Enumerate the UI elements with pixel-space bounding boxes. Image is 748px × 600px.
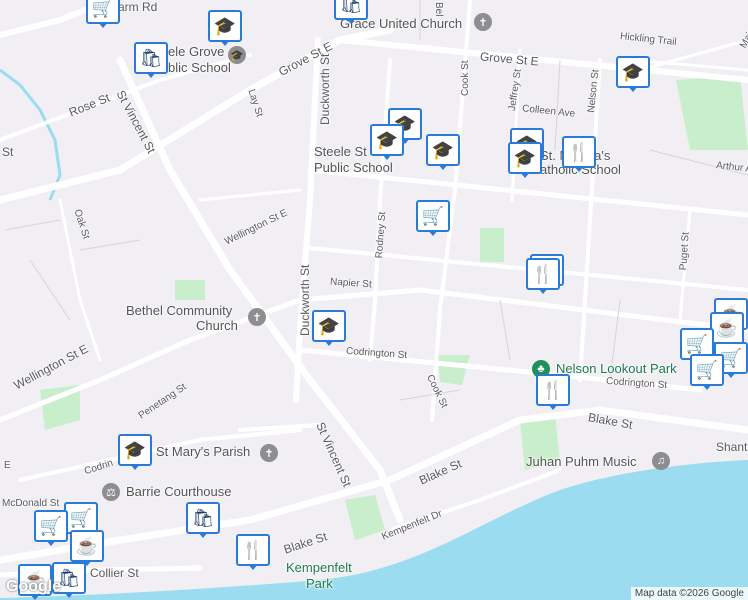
cart-icon: 🛒	[86, 0, 120, 24]
coffee-cup-icon: ☕	[70, 530, 104, 562]
label-bel: Bel	[433, 2, 444, 17]
school-marker[interactable]: 🎓	[118, 434, 152, 470]
label-st-marys-parish: St Mary's Parish	[156, 444, 251, 459]
grocery-marker[interactable]: 🛒	[690, 354, 724, 390]
label-farm-rd: arm Rd	[118, 0, 158, 14]
label-bethel-church-b: Church	[196, 318, 238, 333]
school-marker[interactable]: 🎓	[508, 142, 542, 178]
grocery-marker[interactable]: 🛒	[416, 200, 450, 236]
fork-knife-icon: 🍴	[536, 374, 570, 406]
cafe-marker[interactable]: ☕	[70, 530, 104, 566]
restaurant-marker[interactable]: 🍴	[526, 258, 560, 294]
label-juhan-puhm-music: Juhan Puhm Music	[526, 454, 637, 469]
school-icon[interactable]: 🎓	[228, 46, 246, 64]
label-shanty: Shant	[716, 440, 748, 454]
graduation-cap-icon: 🎓	[370, 124, 404, 156]
label-duckworth-st-mid: Duckworth St	[298, 264, 312, 336]
fork-knife-icon: 🍴	[526, 258, 560, 290]
cart-icon: 🛒	[690, 354, 724, 386]
label-bethel-church-a: Bethel Community	[126, 303, 233, 318]
grocery-marker[interactable]: 🛒	[34, 510, 68, 546]
shopping-marker[interactable]: 🛍	[186, 502, 220, 538]
school-marker[interactable]: 🎓	[616, 56, 650, 92]
fork-knife-icon: 🍴	[236, 534, 270, 566]
school-marker[interactable]: 🎓	[208, 10, 242, 46]
restaurant-marker[interactable]: 🍴	[536, 374, 570, 410]
school-marker[interactable]: 🎓	[312, 310, 346, 346]
shopping-bag-icon: 🛍	[186, 502, 220, 534]
label-e-left: E	[4, 460, 11, 471]
graduation-cap-icon: 🎓	[312, 310, 346, 342]
shopping-bag-icon: 🛍	[134, 42, 168, 74]
shopping-marker[interactable]: 🛍	[334, 0, 368, 24]
restaurant-marker[interactable]: 🍴	[236, 534, 270, 570]
music-icon[interactable]: ♫	[652, 452, 670, 470]
label-steele-st-school-a: Steele St	[314, 144, 367, 159]
graduation-cap-icon: 🎓	[426, 134, 460, 166]
label-steele-grove-school-b: blic School	[168, 60, 231, 75]
google-logo: Google	[6, 578, 62, 595]
graduation-cap-icon: 🎓	[508, 142, 542, 174]
label-duckworth-st-top: Duckworth St	[318, 53, 332, 125]
cart-icon: 🛒	[416, 200, 450, 232]
shopping-bag-icon: 🛍	[334, 0, 368, 20]
church-icon[interactable]: ✝	[474, 13, 492, 31]
graduation-cap-icon: 🎓	[616, 56, 650, 88]
restaurant-marker[interactable]: 🍴	[562, 136, 596, 172]
coffee-cup-icon: ☕	[710, 312, 744, 344]
label-st-left: St	[2, 145, 14, 159]
map-attribution[interactable]: Map data ©2026 Google	[630, 587, 748, 600]
church-icon[interactable]: ✝	[260, 444, 278, 462]
label-barrie-courthouse: Barrie Courthouse	[126, 484, 232, 499]
label-kempenfelt-park-a: Kempenfelt	[286, 560, 352, 575]
graduation-cap-icon: 🎓	[208, 10, 242, 42]
church-icon[interactable]: ✝	[248, 308, 266, 326]
label-steele-st-school-b: Public School	[314, 160, 393, 175]
label-steele-grove-school-a: ele Grove	[168, 44, 225, 59]
label-nelson-lookout-park: Nelson Lookout Park	[556, 361, 677, 376]
school-marker[interactable]: 🎓	[426, 134, 460, 170]
label-mcdonald-st: McDonald St	[2, 498, 60, 509]
school-marker[interactable]: 🎓	[370, 124, 404, 160]
label-cook-st-top: Cook St	[460, 60, 471, 96]
shopping-marker[interactable]: 🛍	[134, 42, 168, 78]
fork-knife-icon: 🍴	[562, 136, 596, 168]
graduation-cap-icon: 🎓	[118, 434, 152, 466]
cart-icon: 🛒	[34, 510, 68, 542]
courthouse-icon[interactable]: ⚖	[102, 483, 120, 501]
grocery-marker[interactable]: 🛒	[86, 0, 120, 28]
label-kempenfelt-park-b: Park	[306, 576, 333, 591]
label-collier-st: Collier St	[90, 566, 139, 580]
